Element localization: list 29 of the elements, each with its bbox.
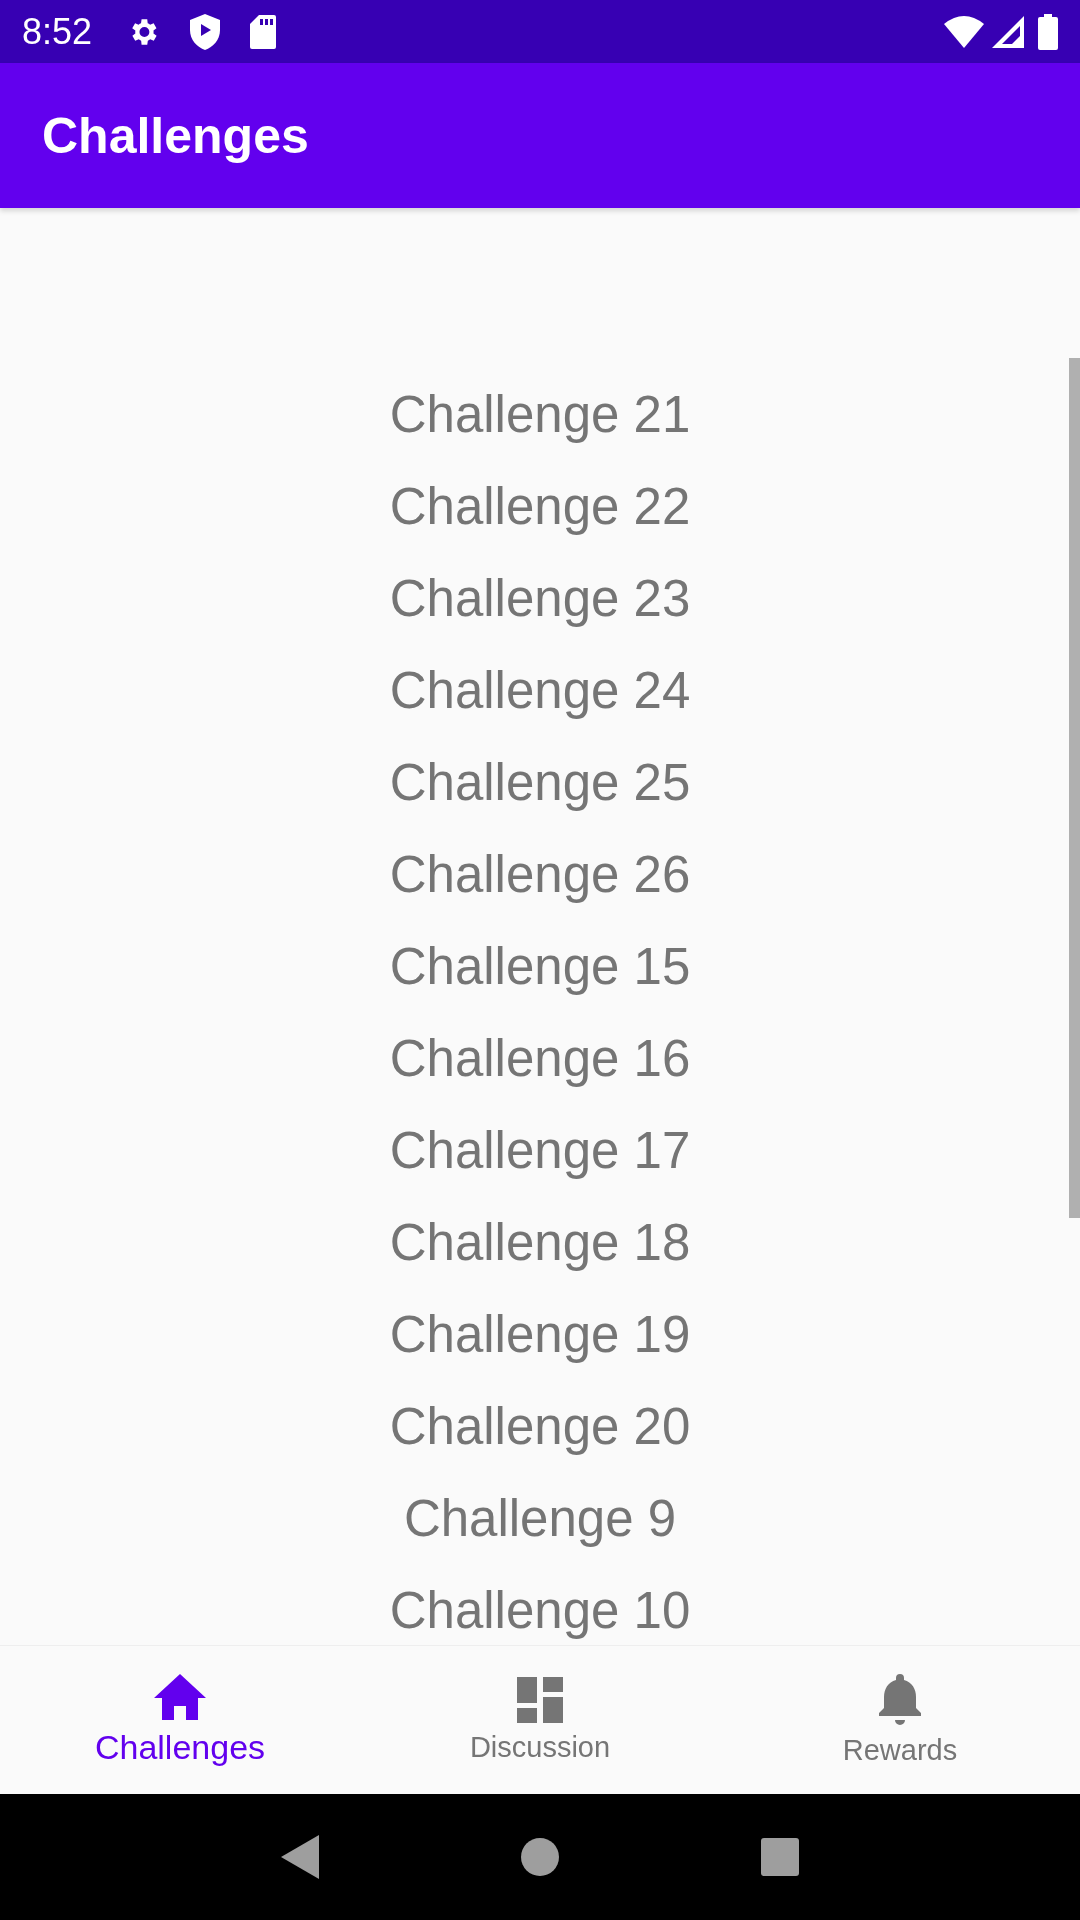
challenge-item[interactable]: Challenge 22 [389,460,691,552]
challenge-item[interactable]: Challenge 17 [389,1104,691,1196]
challenge-item[interactable]: Challenge 23 [389,552,691,644]
app-bar-title: Challenges [42,106,309,165]
battery-icon [1038,13,1058,50]
bell-icon [879,1673,921,1726]
nav-tab[interactable]: Discussion [360,1646,720,1794]
challenge-item[interactable]: Challenge 24 [389,644,691,736]
challenge-item[interactable]: Challenge 26 [389,828,691,920]
dashboard-icon [517,1676,563,1723]
challenge-item[interactable]: Challenge 19 [389,1288,691,1380]
challenge-item[interactable]: Challenge 25 [389,736,691,828]
home-button-icon[interactable] [521,1838,559,1876]
status-time: 8:52 [22,10,93,53]
challenge-item[interactable]: Challenge 9 [403,1472,677,1564]
sd-card-icon [250,14,277,49]
challenge-item[interactable]: Challenge 10 [389,1564,691,1645]
home-icon [154,1673,206,1720]
challenge-item[interactable]: Challenge 16 [389,1012,691,1104]
challenge-item[interactable]: Challenge 15 [389,920,691,1012]
challenge-item[interactable]: Challenge 20 [389,1380,691,1472]
signal-icon [992,15,1024,48]
back-icon[interactable] [281,1835,319,1879]
wifi-icon [944,15,984,48]
shield-icon [190,13,221,50]
challenge-item[interactable]: Challenge 18 [389,1196,691,1288]
nav-tab[interactable]: Challenges [0,1646,360,1794]
challenge-item[interactable]: Challenge 21 [389,368,691,460]
nav-tab[interactable]: Rewards [720,1646,1080,1794]
